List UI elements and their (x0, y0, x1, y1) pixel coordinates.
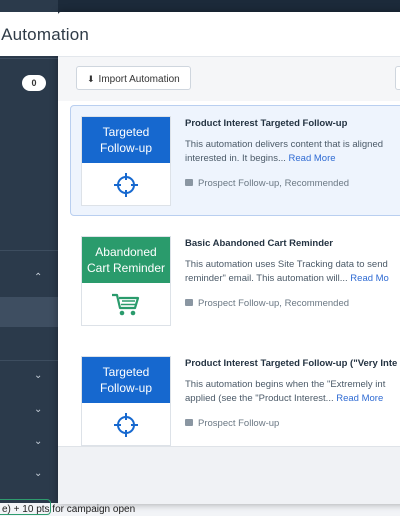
toolbar: ⬇ Import Automation (58, 57, 400, 99)
tags-text: Prospect Follow-up, Recommended (198, 298, 350, 309)
automation-title: Product Interest Targeted Follow-up ("Ve… (185, 358, 398, 369)
automation-list: Targeted Follow-up Product Interest Targ… (58, 101, 400, 456)
crosshair-icon (82, 403, 170, 445)
automation-card[interactable]: Abandoned Cart Reminder Basic Abandoned … (70, 225, 400, 336)
thumbnail-label: Abandoned Cart Reminder (82, 237, 170, 283)
shopping-cart-icon (82, 283, 170, 325)
selected-sidebar-row[interactable] (0, 297, 58, 327)
modal-body: ⬇ Import Automation Targeted Follow-up Pr… (58, 57, 400, 504)
page-title-container: Add an Automation (0, 25, 120, 49)
import-automation-label: Import Automation (98, 74, 180, 85)
read-more-link[interactable]: Read Mo (350, 273, 389, 284)
automation-title: Product Interest Targeted Follow-up (185, 118, 348, 129)
folder-icon (185, 299, 193, 306)
count-badge: 0 (22, 75, 46, 91)
automation-card[interactable]: Targeted Follow-up Product Interest Targ… (70, 345, 400, 456)
chevron-down-icon[interactable]: ⌄ (34, 468, 42, 479)
read-more-link[interactable]: Read More (289, 153, 336, 164)
page-title: Add an Automation (0, 25, 90, 44)
automation-description: This automation uses Site Tracking data … (185, 258, 400, 286)
automation-description: This automation begins when the "Extreme… (185, 378, 400, 406)
folder-icon (185, 419, 193, 426)
folder-icon (185, 179, 193, 186)
import-automation-button[interactable]: ⬇ Import Automation (76, 66, 191, 90)
crosshair-icon (82, 163, 170, 205)
thumbnail-label: Targeted Follow-up (82, 357, 170, 403)
automation-description: This automation delivers content that is… (185, 138, 400, 166)
background-footer-text: e) + 10 pts for campaign open (0, 503, 400, 516)
automation-tags: Prospect Follow-up (185, 418, 279, 429)
automation-tags: Prospect Follow-up, Recommended (185, 178, 349, 189)
tags-text: Prospect Follow-up (198, 418, 280, 429)
tags-text: Prospect Follow-up, Recommended (198, 178, 350, 189)
chevron-down-icon[interactable]: ⌄ (34, 370, 42, 381)
thumbnail-label: Targeted Follow-up (82, 117, 170, 163)
chevron-up-icon[interactable]: ⌃ (34, 272, 42, 283)
automation-thumbnail: Targeted Follow-up (81, 116, 171, 206)
automation-thumbnail: Abandoned Cart Reminder (81, 236, 171, 326)
modal-footer (58, 446, 400, 504)
toolbar-right-button[interactable] (395, 66, 400, 90)
read-more-link[interactable]: Read More (336, 393, 383, 404)
automation-card[interactable]: Targeted Follow-up Product Interest Targ… (70, 105, 400, 216)
automation-tags: Prospect Follow-up, Recommended (185, 298, 349, 309)
background-input-edge (0, 499, 51, 515)
chevron-down-icon[interactable]: ⌄ (34, 436, 42, 447)
automation-thumbnail: Targeted Follow-up (81, 356, 171, 446)
automation-title: Basic Abandoned Cart Reminder (185, 238, 333, 249)
description-text: This automation delivers content that is… (185, 139, 384, 164)
download-icon: ⬇ (87, 74, 95, 84)
add-automation-modal: ⬇ Import Automation Targeted Follow-up Pr… (58, 12, 400, 504)
chevron-down-icon[interactable]: ⌄ (34, 404, 42, 415)
background-sidebar: 0 ⌃ ⌄ ⌄ ⌄ ⌄ (0, 0, 58, 516)
